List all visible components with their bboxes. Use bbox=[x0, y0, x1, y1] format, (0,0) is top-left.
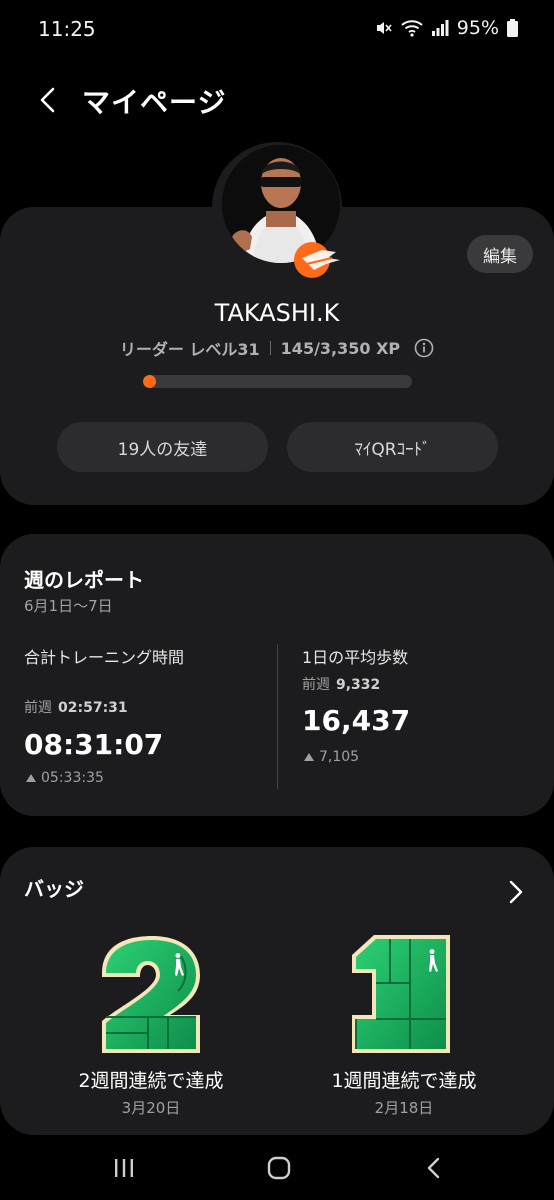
increase-arrow-icon bbox=[26, 774, 36, 782]
xp-text: 145/3,350 XP bbox=[280, 338, 401, 358]
badge-1-caption: 1週間連続で達成 bbox=[331, 1070, 477, 1092]
badges-more-button[interactable] bbox=[504, 878, 526, 906]
xp-progress-fill bbox=[143, 375, 157, 388]
edit-profile-button[interactable]: 編集 bbox=[467, 235, 533, 273]
system-nav-bar bbox=[0, 1145, 554, 1191]
badges-title: バッジ bbox=[24, 877, 84, 901]
back-icon bbox=[40, 87, 55, 113]
steps-prev-label: 前週 bbox=[302, 677, 330, 693]
training-prev-value: 02:57:31 bbox=[58, 700, 128, 716]
level-label: リーダー レベル31 bbox=[119, 340, 260, 359]
status-time: 11:25 bbox=[38, 17, 96, 41]
badge-number-1-art bbox=[352, 935, 450, 1053]
chevron-right-icon bbox=[509, 880, 523, 904]
my-qr-code-button[interactable]: ﾏｲQRｺｰﾄﾞ bbox=[287, 422, 498, 472]
steps-delta-value: 7,105 bbox=[319, 749, 360, 765]
steps-prev-value: 9,332 bbox=[336, 677, 381, 693]
mute-icon bbox=[376, 22, 392, 34]
nav-back-icon bbox=[427, 1157, 440, 1179]
badge-2-weeks[interactable] bbox=[96, 933, 206, 1061]
weekly-report-range: 6月1日〜7日 bbox=[24, 597, 113, 615]
badge-number-2-art bbox=[102, 936, 200, 1053]
badge-2-date: 3月20日 bbox=[121, 1099, 181, 1117]
badge-1-date: 2月18日 bbox=[374, 1099, 434, 1117]
training-time-label: 合計トレーニング時間 bbox=[24, 648, 185, 667]
home-icon bbox=[267, 1156, 291, 1180]
avg-steps-value: 16,437 bbox=[302, 704, 411, 737]
training-delta-value: 05:33:35 bbox=[41, 770, 104, 786]
signal-icon bbox=[431, 20, 449, 36]
status-icons: 95% bbox=[375, 17, 518, 39]
page-header: マイページ bbox=[0, 80, 554, 120]
level-badge bbox=[292, 240, 344, 280]
avg-steps-label: 1日の平均歩数 bbox=[302, 648, 409, 667]
training-prev: 前週 02:57:31 bbox=[24, 697, 128, 717]
training-prev-label: 前週 bbox=[24, 700, 52, 716]
increase-arrow-icon bbox=[304, 753, 314, 761]
info-icon[interactable] bbox=[414, 338, 434, 358]
battery-percent: 95% bbox=[456, 17, 499, 39]
steps-delta: 7,105 bbox=[304, 749, 359, 765]
home-button[interactable] bbox=[249, 1145, 309, 1191]
weekly-report-title: 週のレポート bbox=[24, 568, 144, 592]
username: TAKASHI.K bbox=[214, 299, 340, 327]
badge-2-caption: 2週間連続で達成 bbox=[78, 1070, 224, 1092]
nav-back-button[interactable] bbox=[404, 1145, 464, 1191]
battery-icon bbox=[507, 19, 518, 37]
recents-icon bbox=[115, 1159, 133, 1177]
steps-prev: 前週 9,332 bbox=[302, 674, 380, 694]
friends-button[interactable]: 19人の友達 bbox=[57, 422, 268, 472]
wifi-icon bbox=[401, 20, 423, 37]
badge-1-week[interactable] bbox=[350, 933, 454, 1061]
runner-badge-icon bbox=[294, 242, 340, 278]
recents-button[interactable] bbox=[94, 1145, 154, 1191]
status-bar: 11:25 95% bbox=[0, 0, 554, 60]
training-delta: 05:33:35 bbox=[26, 770, 104, 786]
level-separator bbox=[269, 341, 271, 355]
xp-progress-bar bbox=[143, 375, 412, 388]
stats-divider bbox=[277, 644, 278, 789]
page-title: マイページ bbox=[82, 86, 227, 119]
level-row: リーダー レベル31 145/3,350 XP bbox=[0, 336, 554, 360]
back-button[interactable] bbox=[34, 80, 64, 120]
training-time-value: 08:31:07 bbox=[24, 728, 164, 761]
